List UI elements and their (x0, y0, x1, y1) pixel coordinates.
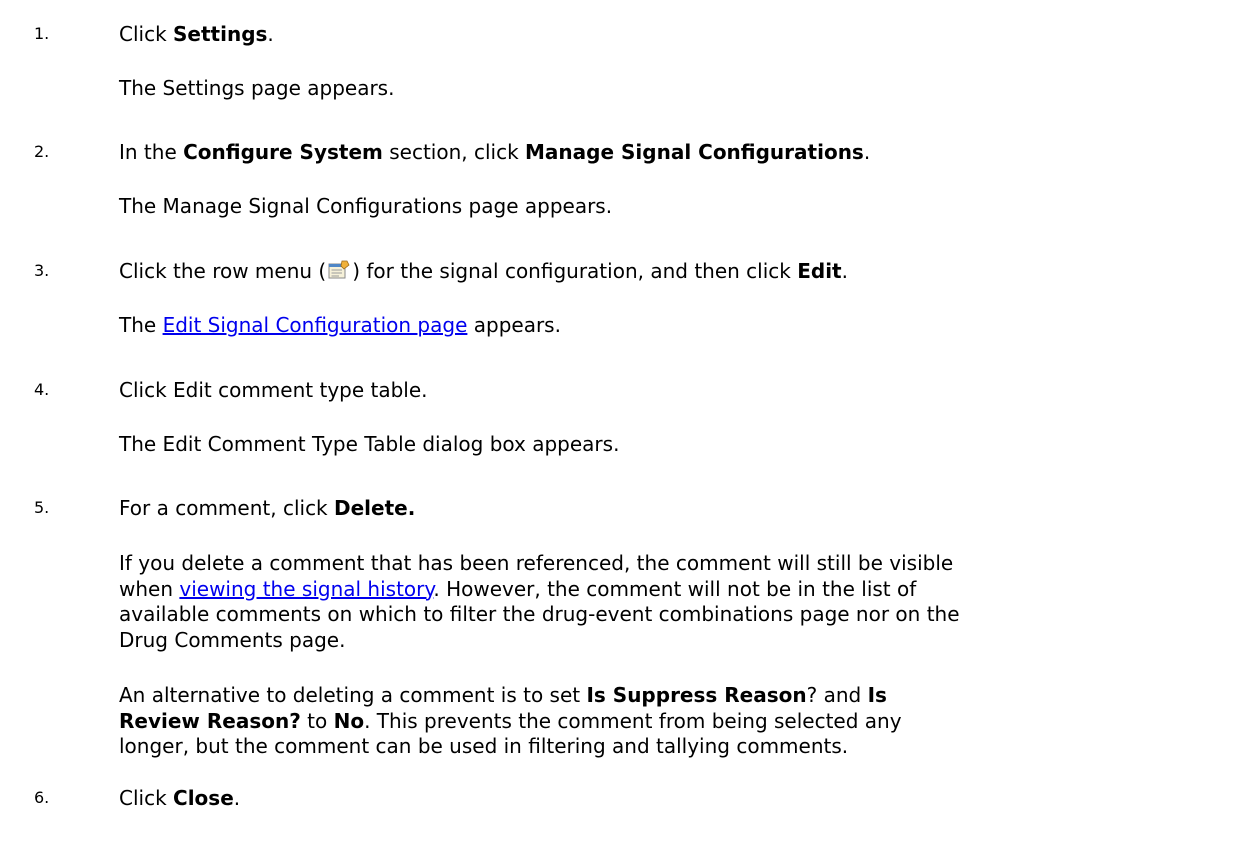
viewing-signal-history-link[interactable]: viewing the signal history (179, 577, 433, 601)
configure-system-label: Configure System (183, 140, 383, 164)
is-review-reason-label-start: Is (867, 683, 887, 707)
step-result: The Edit Comment Type Table dialog box a… (119, 432, 620, 456)
procedure-document: 1. Click Settings. The Settings page app… (0, 0, 1248, 857)
delete-note-paragraph: If you delete a comment that has been re… (119, 551, 960, 652)
alternative-note-paragraph: An alternative to deleting a comment is … (119, 683, 902, 758)
step-number: 3. (34, 261, 50, 280)
is-review-reason-label-end: Review Reason? (119, 708, 301, 733)
step-number: 4. (34, 380, 50, 399)
step-instruction: Click Close. (119, 786, 241, 810)
step-number: 2. (34, 142, 50, 161)
step-number: 1. (34, 24, 50, 43)
manage-signal-configurations-label: Manage Signal Configurations (525, 140, 864, 164)
step-number: 6. (34, 788, 50, 807)
step-number: 5. (34, 498, 50, 517)
step-instruction: Click Settings. (119, 22, 274, 46)
no-value-label: No (333, 708, 365, 733)
is-suppress-reason-label: Is Suppress Reason (586, 683, 807, 707)
step-instruction: For a comment, click Delete. (119, 496, 416, 520)
row-menu-icon (328, 260, 350, 280)
step-instruction: Click the row menu ( ) for the signal co… (119, 259, 848, 283)
close-label: Close (173, 786, 234, 810)
settings-label: Settings (173, 22, 268, 46)
step-instruction: Click Edit comment type table. (119, 378, 428, 402)
delete-label: Delete. (334, 496, 416, 520)
step-result: The Edit Signal Configuration page appea… (119, 313, 561, 337)
step-instruction: In the Configure System section, click M… (119, 140, 871, 164)
edit-signal-configuration-page-link[interactable]: Edit Signal Configuration page (163, 313, 468, 337)
step-result: The Settings page appears. (119, 76, 395, 100)
step-result: The Manage Signal Configurations page ap… (119, 194, 613, 218)
edit-label: Edit (797, 259, 842, 283)
